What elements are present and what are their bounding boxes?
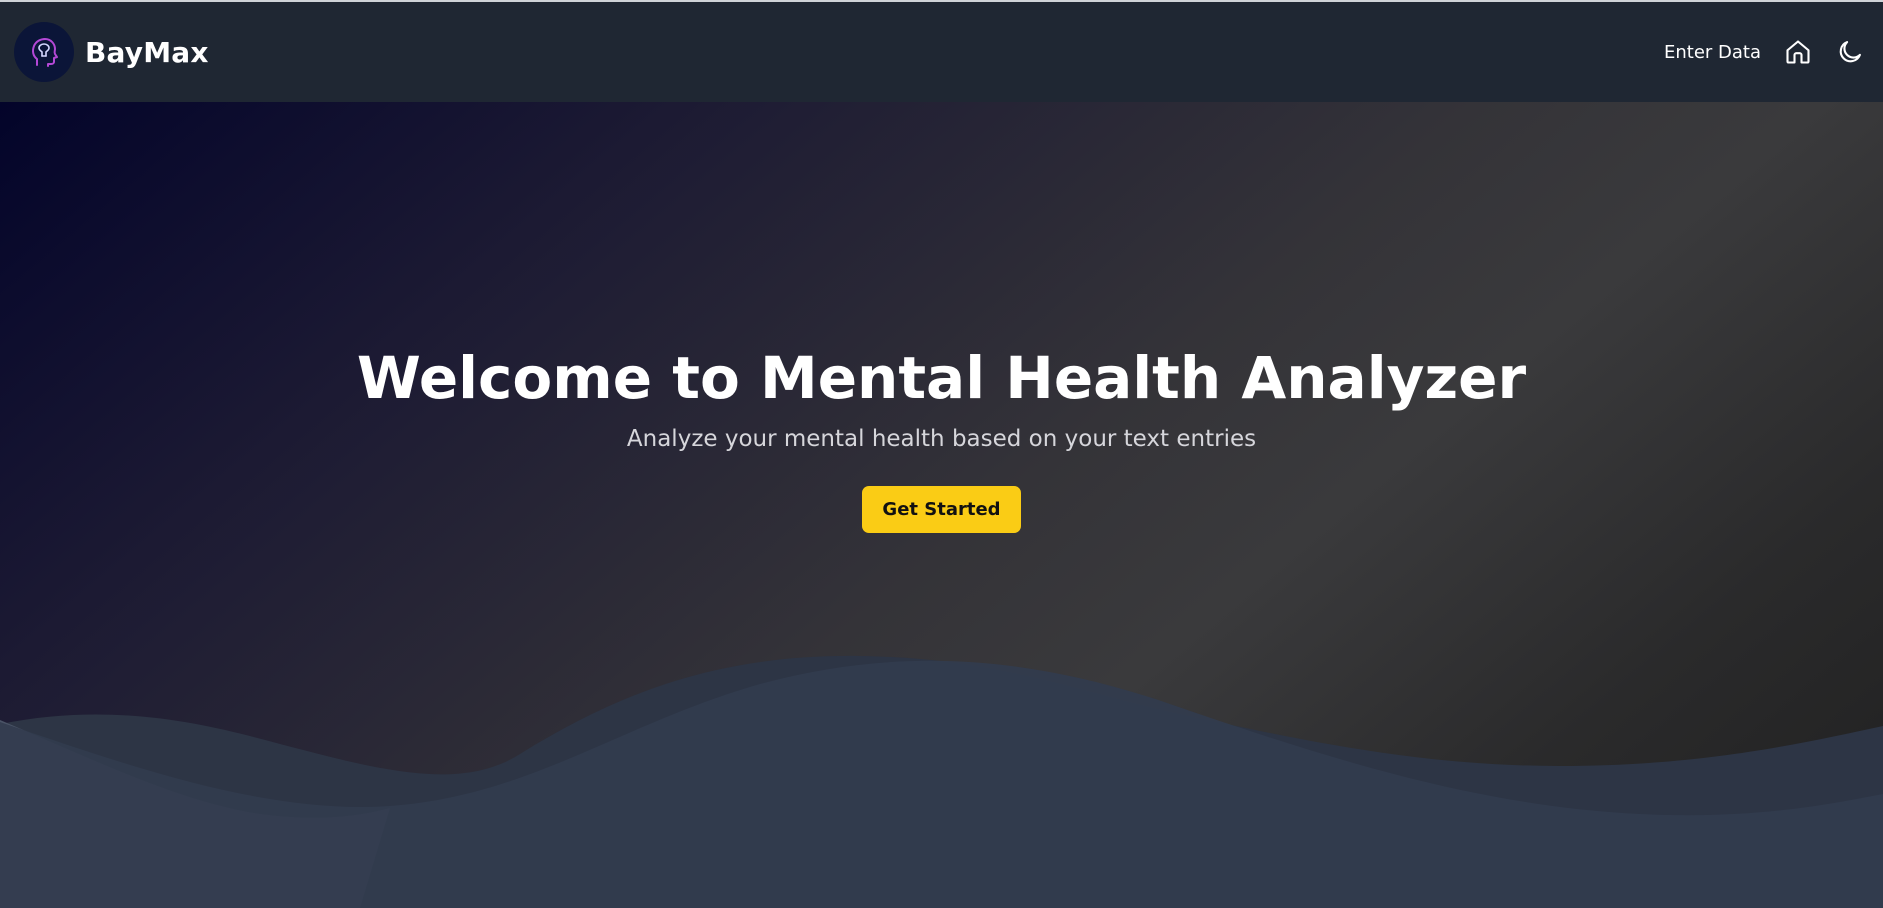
hero-content: Welcome to Mental Health Analyzer Analyz… [0,338,1883,533]
hero-section: Welcome to Mental Health Analyzer Analyz… [0,102,1883,908]
page: BayMax Enter Data Welcome to Mental Heal… [0,0,1883,908]
navbar: BayMax Enter Data [0,2,1883,102]
nav-actions: Enter Data [1664,37,1869,67]
hero-title: Welcome to Mental Health Analyzer [356,344,1527,412]
hero-subtitle: Analyze your mental health based on your… [626,426,1257,452]
nav-link-enter-data[interactable]: Enter Data [1664,42,1761,63]
brain-head-icon [14,22,74,82]
moon-icon[interactable] [1835,37,1865,67]
brand-name: BayMax [85,35,209,69]
home-icon[interactable] [1783,37,1813,67]
get-started-button[interactable]: Get Started [862,486,1021,533]
brand-home-link[interactable]: BayMax [14,22,209,82]
